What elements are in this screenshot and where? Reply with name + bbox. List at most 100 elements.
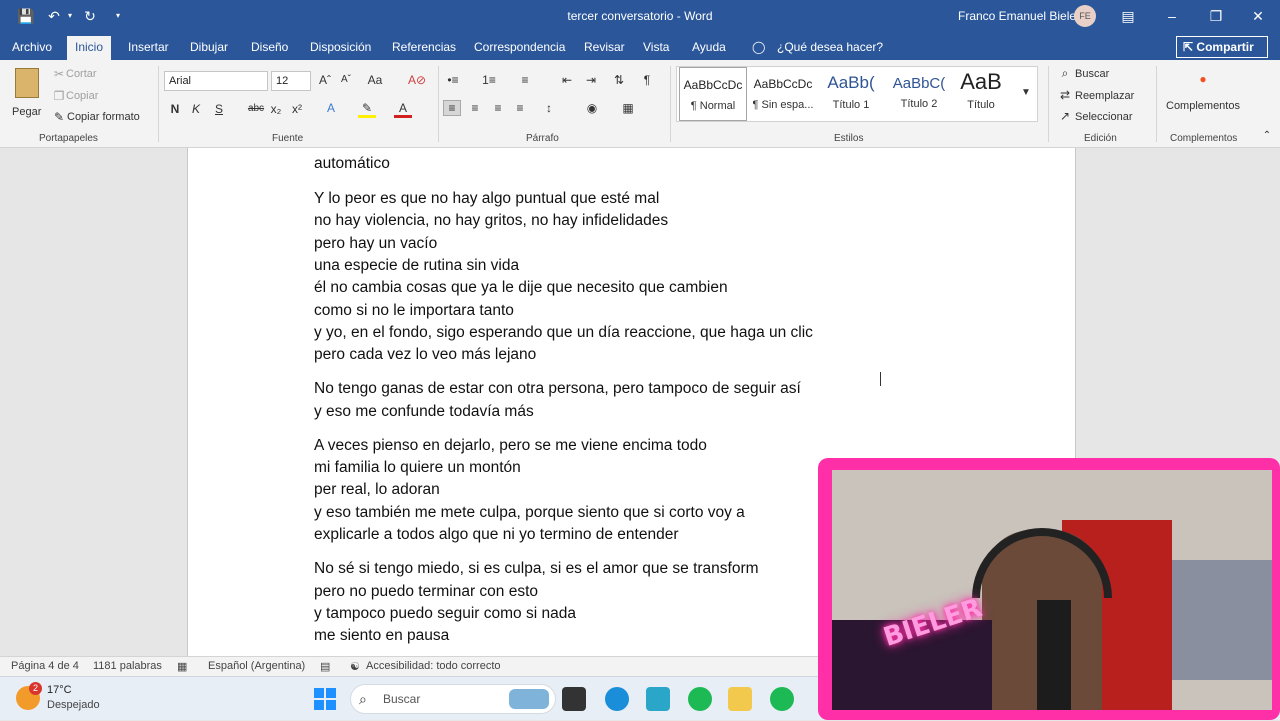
bullets-icon[interactable]: •≡ — [444, 73, 462, 87]
doc-line[interactable]: No sé si tengo miedo, si es culpa, si es… — [314, 560, 759, 578]
tab-ayuda[interactable]: Ayuda — [692, 40, 726, 54]
styles-more-icon[interactable]: ▼ — [1017, 87, 1035, 98]
line-spacing-icon[interactable]: ↕ — [540, 101, 558, 115]
file-explorer-icon[interactable] — [728, 687, 752, 711]
tab-inicio[interactable]: Inicio — [67, 36, 112, 60]
align-right-icon[interactable]: ≡ — [489, 101, 507, 115]
taskbar-search-input[interactable]: ⌕ Buscar — [350, 684, 556, 714]
doc-line[interactable]: y eso también me mete culpa, porque sien… — [314, 504, 745, 522]
doc-line[interactable]: pero hay un vacío — [314, 235, 437, 253]
doc-line[interactable]: me siento en pausa — [314, 627, 449, 645]
accessibility-status[interactable]: Accesibilidad: todo correcto — [366, 660, 501, 672]
doc-line[interactable]: una especie de rutina sin vida — [314, 257, 519, 275]
replace-button[interactable]: Reemplazar — [1075, 90, 1134, 102]
style-heading-1[interactable]: AaBb( Título 1 — [817, 67, 885, 121]
tab-revisar[interactable]: Revisar — [584, 40, 625, 54]
format-painter-button[interactable]: Copiar formato — [67, 111, 140, 123]
shading-icon[interactable]: ◉ — [583, 101, 601, 115]
bold-icon[interactable]: N — [166, 102, 184, 116]
find-button[interactable]: Buscar — [1075, 68, 1109, 80]
underline-icon[interactable]: S — [210, 102, 228, 116]
language-status[interactable]: Español (Argentina) — [208, 660, 305, 672]
close-icon[interactable]: ✕ — [1248, 6, 1268, 26]
numbering-icon[interactable]: 1≡ — [480, 73, 498, 87]
minimize-icon[interactable]: – — [1162, 6, 1182, 26]
app-icon[interactable] — [646, 687, 670, 711]
share-button[interactable]: ⇱ Compartir — [1176, 36, 1268, 58]
doc-line[interactable]: mi familia lo quiere un montón — [314, 459, 521, 477]
word-count[interactable]: 1181 palabras — [93, 660, 162, 672]
style-heading-2[interactable]: AaBbC( Título 2 — [885, 67, 953, 121]
align-left-icon[interactable]: ≡ — [443, 100, 461, 116]
font-size-select[interactable]: 12 — [271, 71, 311, 91]
doc-line[interactable]: A veces pienso en dejarlo, pero se me vi… — [314, 437, 707, 455]
tab-referencias[interactable]: Referencias — [392, 40, 456, 54]
edge-icon[interactable] — [605, 687, 629, 711]
decrease-indent-icon[interactable]: ⇤ — [558, 73, 576, 87]
restore-icon[interactable]: ❐ — [1206, 6, 1226, 26]
sort-icon[interactable]: ⇅ — [610, 73, 628, 87]
doc-line[interactable]: pero no puedo terminar con esto — [314, 583, 538, 601]
spotify-icon[interactable] — [770, 687, 794, 711]
multilevel-list-icon[interactable]: ≡ — [516, 73, 534, 87]
align-center-icon[interactable]: ≡ — [466, 101, 484, 115]
user-name[interactable]: Franco Emanuel Bieler — [958, 9, 1080, 23]
paste-button[interactable]: Pegar — [10, 66, 44, 126]
show-formatting-icon[interactable]: ¶ — [638, 73, 656, 87]
cut-button[interactable]: Cortar — [66, 68, 97, 80]
doc-line[interactable]: pero cada vez lo veo más lejano — [314, 346, 536, 364]
task-view-icon[interactable] — [562, 687, 586, 711]
increase-indent-icon[interactable]: ⇥ — [582, 73, 600, 87]
tab-archivo[interactable]: Archivo — [12, 40, 52, 54]
borders-icon[interactable]: ▦ — [619, 101, 637, 115]
copy-button[interactable]: Copiar — [66, 90, 98, 102]
italic-icon[interactable]: K — [187, 102, 205, 116]
justify-icon[interactable]: ≡ — [511, 101, 529, 115]
doc-line[interactable]: y tampoco puedo seguir como si nada — [314, 605, 576, 623]
addins-button[interactable]: Complementos — [1166, 100, 1240, 112]
doc-line[interactable]: Y lo peor es que no hay algo puntual que… — [314, 190, 659, 208]
shrink-font-icon[interactable]: Aˇ — [337, 74, 355, 85]
superscript-icon[interactable]: x² — [288, 102, 306, 116]
style-title[interactable]: AaB Título — [947, 67, 1015, 121]
tab-vista[interactable]: Vista — [643, 40, 669, 54]
doc-line[interactable]: y yo, en el fondo, sigo esperando que un… — [314, 324, 813, 342]
subscript-icon[interactable]: x₂ — [267, 102, 285, 116]
strikethrough-icon[interactable]: abc — [247, 103, 265, 114]
tab-correspondencia[interactable]: Correspondencia — [474, 40, 565, 54]
grow-font-icon[interactable]: Aˆ — [316, 73, 334, 87]
doc-line[interactable]: explicarle a todos algo que ni yo termin… — [314, 526, 679, 544]
tell-me-search[interactable]: ¿Qué desea hacer? — [777, 40, 883, 54]
change-case-icon[interactable]: Aa — [366, 73, 384, 87]
text-cursor-icon — [880, 372, 881, 386]
doc-line[interactable]: no hay violencia, no hay gritos, no hay … — [314, 212, 668, 230]
doc-line[interactable]: como si no le importara tanto — [314, 302, 514, 320]
doc-line[interactable]: él no cambia cosas que ya le dije que ne… — [314, 279, 728, 297]
font-name-select[interactable]: Arial — [164, 71, 268, 91]
ribbon-display-icon[interactable]: ▤ — [1118, 6, 1138, 26]
spotify-icon[interactable] — [688, 687, 712, 711]
text-effects-icon[interactable]: A — [322, 101, 340, 115]
doc-line[interactable]: No tengo ganas de estar con otra persona… — [314, 380, 801, 398]
windows-start-icon[interactable] — [314, 688, 336, 710]
collapse-ribbon-icon[interactable]: ⌃ — [1258, 130, 1276, 141]
macro-icon[interactable]: ▤ — [320, 660, 330, 673]
style-no-spacing[interactable]: AaBbCcDc ¶ Sin espa... — [749, 67, 817, 121]
doc-line[interactable]: automático — [314, 155, 390, 173]
style-normal[interactable]: AaBbCcDc ¶ Normal — [679, 67, 747, 121]
style-name: ¶ Sin espa... — [752, 99, 814, 111]
doc-line[interactable]: y eso me confunde todavía más — [314, 403, 534, 421]
highlight-icon[interactable]: ✎ — [358, 101, 376, 118]
tab-disposicion[interactable]: Disposición — [310, 40, 371, 54]
tab-dibujar[interactable]: Dibujar — [190, 40, 228, 54]
proofing-icon[interactable]: ▦ — [177, 660, 187, 673]
tab-insertar[interactable]: Insertar — [128, 40, 169, 54]
clear-formatting-icon[interactable]: A⊘ — [408, 73, 426, 87]
avatar[interactable]: FE — [1074, 5, 1096, 27]
tab-diseno[interactable]: Diseño — [251, 40, 288, 54]
weather-widget[interactable]: 2 17°C Despejado — [0, 677, 120, 721]
select-button[interactable]: Seleccionar — [1075, 111, 1132, 123]
doc-line[interactable]: per real, lo adoran — [314, 481, 440, 499]
font-color-icon[interactable]: A — [394, 101, 412, 118]
page-count[interactable]: Página 4 de 4 — [11, 660, 79, 672]
